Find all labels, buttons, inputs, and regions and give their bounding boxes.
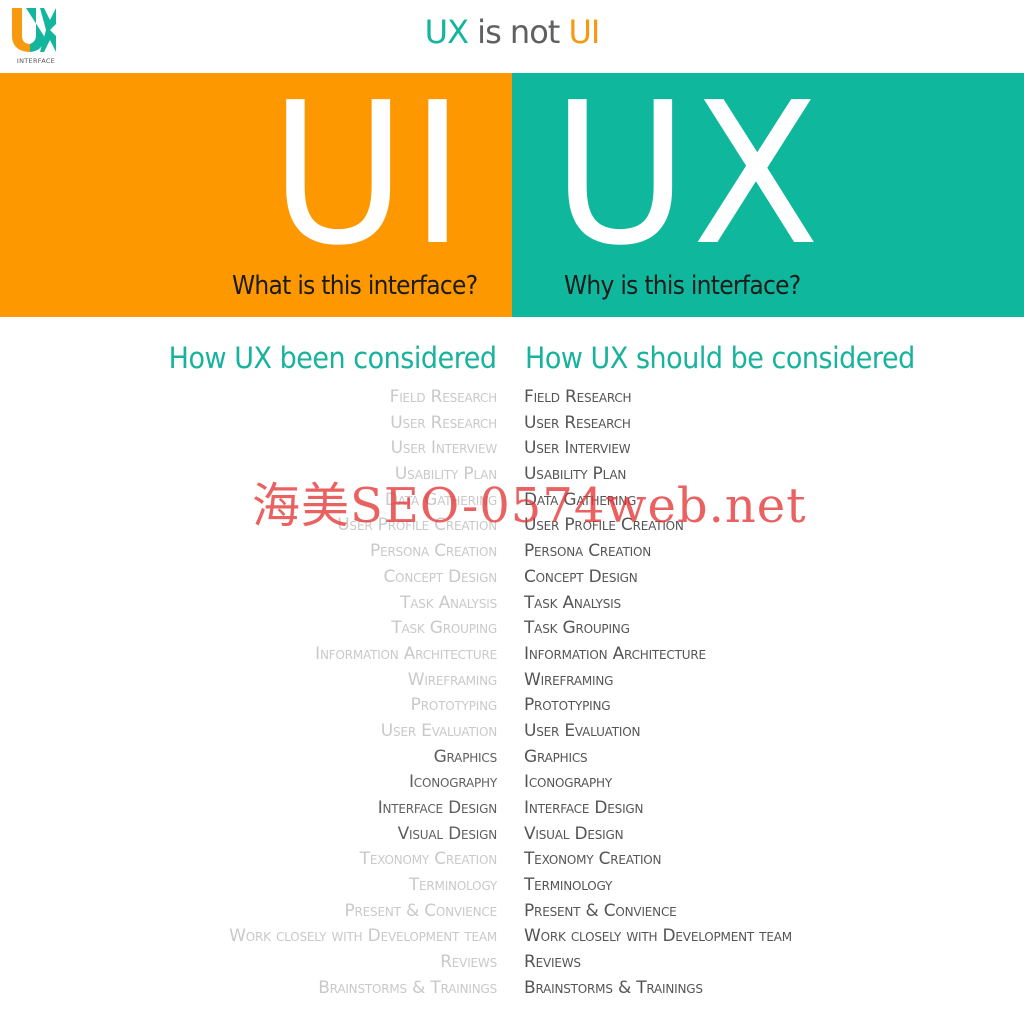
page-title: UX is not UI xyxy=(0,12,1024,52)
list-item: Reviews xyxy=(440,952,497,973)
list-item: Reviews xyxy=(524,952,581,973)
list-item: Usability Plan xyxy=(394,464,497,485)
list-item: Task Analysis xyxy=(400,592,497,613)
ux-caption: Why is this interface? xyxy=(564,271,801,301)
list-item: Iconography xyxy=(408,772,497,793)
list-item: Graphics xyxy=(524,746,588,767)
list-item: Terminology xyxy=(408,875,497,896)
left-column-heading: How UX been considered xyxy=(169,341,497,375)
title-middle: is not xyxy=(468,13,569,51)
list-item: Information Architecture xyxy=(315,643,497,664)
list-item: Task Grouping xyxy=(391,618,497,639)
list-item: Persona Creation xyxy=(524,541,651,562)
list-item: Terminology xyxy=(524,875,613,896)
list-item: Iconography xyxy=(524,772,613,793)
list-item: User Profile Creation xyxy=(524,515,684,536)
how-ux-should-be-considered-list: Field Research User Research User Intervie… xyxy=(524,385,792,1002)
list-item: Task Analysis xyxy=(524,592,621,613)
list-item: Field Research xyxy=(524,387,632,407)
list-item: User Research xyxy=(524,412,631,433)
list-item: Wireframing xyxy=(407,669,497,690)
list-item: User Interview xyxy=(524,438,631,459)
ui-caption: What is this interface? xyxy=(232,271,478,301)
list-item: Concept Design xyxy=(524,566,638,587)
title-ui: UI xyxy=(568,13,600,51)
list-item: Present & Convience xyxy=(344,900,497,921)
logo-caption: INTERFACE xyxy=(16,57,56,65)
ux-panel: UX Why is this interface? xyxy=(512,73,1024,317)
list-item: Concept Design xyxy=(383,566,497,587)
list-item: User Evaluation xyxy=(524,720,641,741)
list-item: Information Architecture xyxy=(524,643,706,664)
list-item: Prototyping xyxy=(524,695,611,716)
list-item: Visual Design xyxy=(524,823,624,844)
list-item: Visual Design xyxy=(397,823,498,844)
list-item: Task Grouping xyxy=(524,618,630,639)
title-ux: UX xyxy=(424,13,469,51)
list-item: Texonomy Creation xyxy=(359,849,498,870)
ui-big-label: UI xyxy=(270,73,469,289)
list-item: User Profile Creation xyxy=(337,515,497,536)
list-item: Wireframing xyxy=(524,669,614,690)
list-item: User Interview xyxy=(390,438,498,459)
list-item: Work closely with Development team xyxy=(524,926,792,947)
ui-ux-banner: UI What is this interface? UX Why is thi… xyxy=(0,73,1024,317)
list-item: Interface Design xyxy=(524,798,644,818)
how-ux-been-considered-list: Field Research User Research User Intervie… xyxy=(229,385,497,1002)
list-item: User Research xyxy=(390,412,497,433)
list-item: Prototyping xyxy=(410,695,498,716)
list-item: Usability Plan xyxy=(524,464,627,485)
list-item: User Evaluation xyxy=(380,720,497,741)
list-item: Data Gathering xyxy=(384,489,497,510)
list-item: Texonomy Creation xyxy=(524,849,662,870)
list-item: Brainstorms & Trainings xyxy=(318,977,497,998)
ui-panel: UI What is this interface? xyxy=(0,73,512,317)
list-item: Graphics xyxy=(433,746,498,767)
right-column-heading: How UX should be considered xyxy=(525,341,915,375)
list-item: Work closely with Development team xyxy=(229,926,497,947)
ux-big-label: UX xyxy=(552,73,824,289)
list-item: Data Gathering xyxy=(524,489,637,510)
list-item: Persona Creation xyxy=(370,541,497,562)
list-item: Interface Design xyxy=(377,798,498,818)
list-item: Present & Convience xyxy=(524,900,677,921)
header: INTERFACE UX is not UI xyxy=(0,0,1024,73)
list-item: Field Research xyxy=(389,387,498,407)
list-item: Brainstorms & Trainings xyxy=(524,977,703,998)
